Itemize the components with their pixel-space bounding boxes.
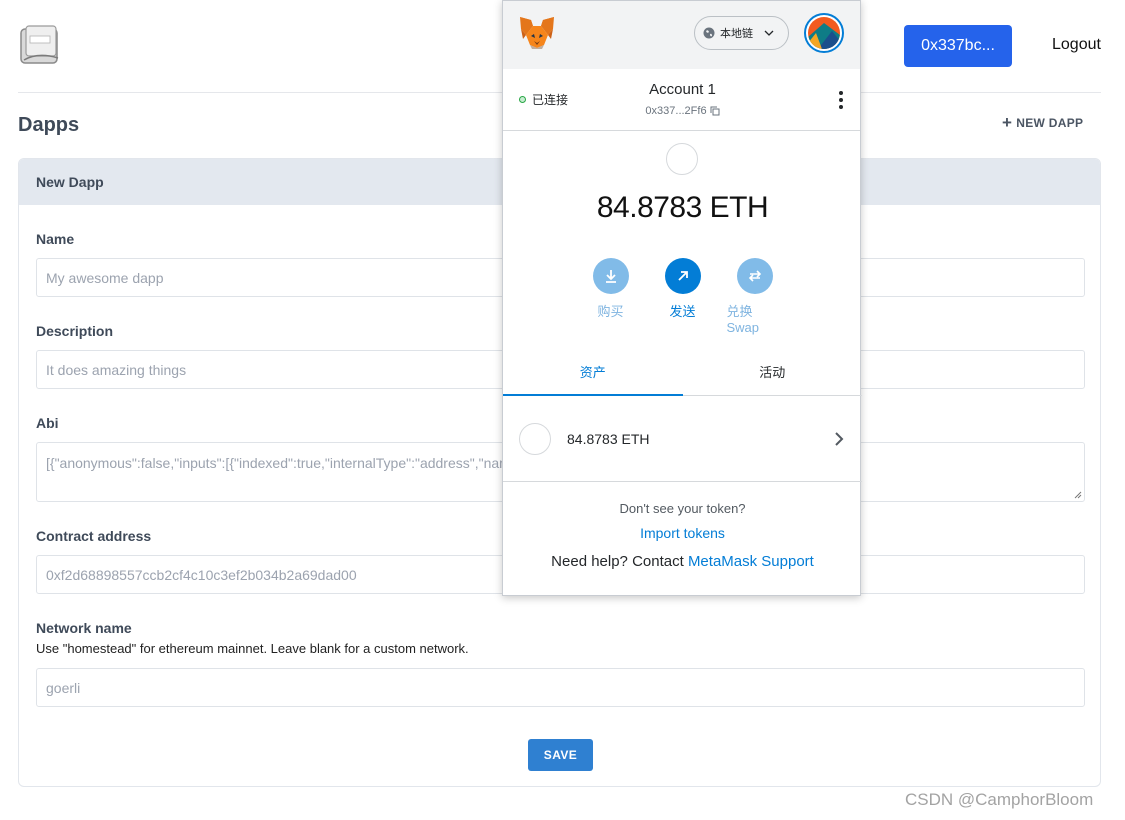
wallet-tabs: 资产 活动 <box>503 347 862 396</box>
balance-display: 84.8783 ETH <box>596 191 769 224</box>
kebab-menu-icon[interactable] <box>837 91 845 109</box>
buy-button[interactable]: 购买 <box>583 258 639 335</box>
network-name-label: Network name <box>36 620 132 636</box>
network-name-hint: Use "homestead" for ethereum mainnet. Le… <box>36 641 469 656</box>
account-name[interactable]: Account 1 <box>503 81 862 98</box>
send-arrow-icon <box>677 271 688 281</box>
token-question: Don't see your token? <box>619 501 746 516</box>
abi-label: Abi <box>36 415 59 431</box>
name-label: Name <box>36 231 75 247</box>
metamask-fox-icon <box>520 17 554 49</box>
help-text: Need help? Contact MetaMask Support <box>503 553 862 570</box>
network-name-input[interactable]: goerli <box>36 668 1085 707</box>
tab-activity[interactable]: 活动 <box>683 347 863 395</box>
asset-symbol: ETH <box>621 431 650 447</box>
account-avatar[interactable] <box>804 13 844 53</box>
plus-icon: + <box>1002 113 1013 132</box>
copy-icon[interactable] <box>710 106 720 116</box>
logout-link[interactable]: Logout <box>1052 36 1101 54</box>
description-label: Description <box>36 323 114 339</box>
buy-label: 购买 <box>597 304 624 319</box>
dapp-logo <box>20 25 59 64</box>
new-dapp-label: NEW DAPP <box>1016 116 1084 130</box>
chevron-right-icon <box>835 432 844 446</box>
account-bar: 已连接 Account 1 0x337...2Ff6 <box>503 69 860 131</box>
support-link[interactable]: MetaMask Support <box>688 553 814 570</box>
resize-grip-icon[interactable] <box>1074 491 1082 499</box>
account-button[interactable]: 0x337bc... <box>904 25 1012 67</box>
asset-amount: 84.8783 ETH <box>567 431 650 447</box>
swap-icon <box>748 270 761 282</box>
chevron-down-icon <box>764 30 774 36</box>
save-button[interactable]: SAVE <box>528 739 593 771</box>
swap-label: 兑换 Swap <box>726 304 760 335</box>
download-icon <box>605 270 616 283</box>
wallet-actions: 购买 发送 兑换 Swap <box>503 258 862 335</box>
asset-amount-value: 84.8783 <box>567 431 618 447</box>
network-name: 本地链 <box>720 28 753 40</box>
metamask-popup: 本地链 已连接 Account 1 0x337...2Ff6 84.8783 E… <box>502 0 862 596</box>
new-dapp-button[interactable]: + NEW DAPP <box>1002 113 1084 132</box>
send-button[interactable]: 发送 <box>655 258 711 335</box>
abi-value: [{"anonymous":false,"inputs":[{"indexed"… <box>46 455 511 471</box>
identicon-icon <box>808 17 840 49</box>
globe-icon <box>703 27 715 39</box>
metamask-topbar: 本地链 <box>503 1 860 69</box>
contract-address-label: Contract address <box>36 528 152 544</box>
send-label: 发送 <box>669 304 696 319</box>
swap-button[interactable]: 兑换 Swap <box>727 258 783 335</box>
eth-token-icon <box>666 143 698 175</box>
watermark: CSDN @CamphorBloom <box>905 790 1094 809</box>
wallet-footer: Don't see your token? Import tokens Need… <box>503 501 862 570</box>
tab-assets[interactable]: 资产 <box>503 347 683 396</box>
page-title: Dapps <box>18 114 80 136</box>
import-tokens-link[interactable]: Import tokens <box>503 525 862 541</box>
help-prefix: Need help? Contact <box>551 553 684 570</box>
eth-coin-icon <box>519 423 551 455</box>
address-text: 0x337...2Ff6 <box>645 105 707 117</box>
asset-row-eth[interactable]: 84.8783 ETH <box>503 396 862 482</box>
account-address[interactable]: 0x337...2Ff6 <box>503 105 862 117</box>
network-selector[interactable]: 本地链 <box>694 16 789 50</box>
